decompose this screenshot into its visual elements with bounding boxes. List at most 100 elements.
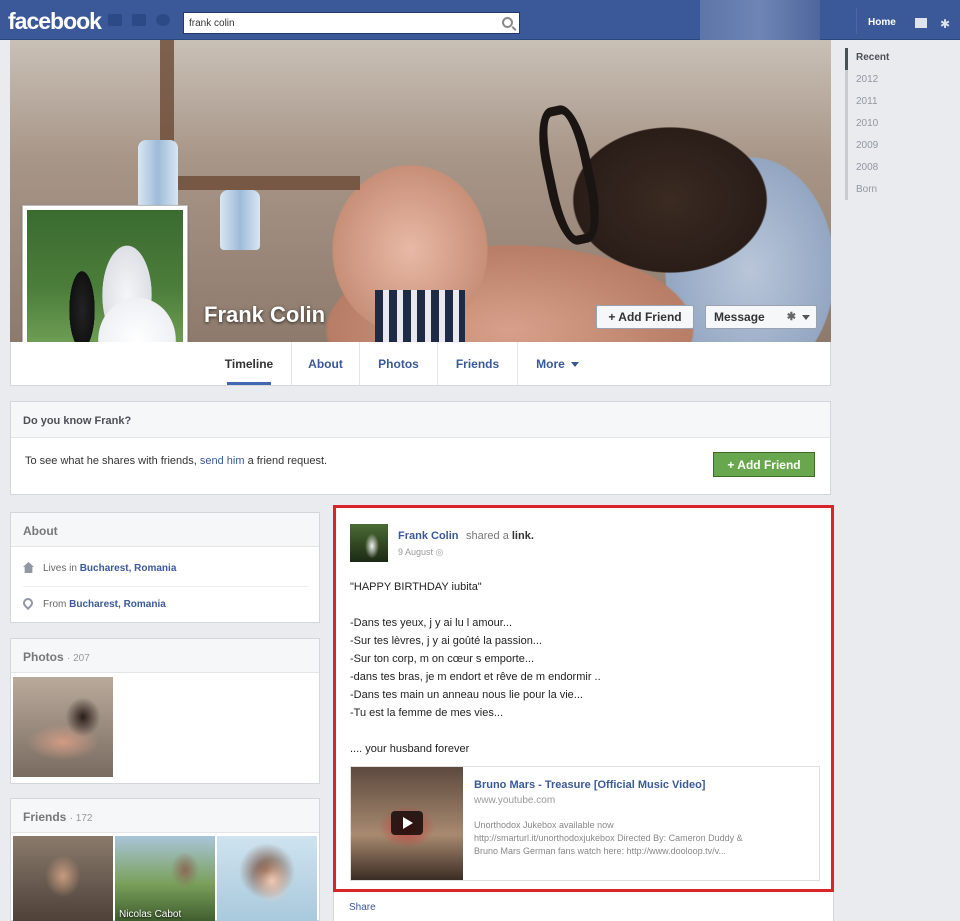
- message-button[interactable]: Message ✱: [705, 305, 817, 329]
- post-body: "HAPPY BIRTHDAY iubita" -Dans tes yeux, …: [350, 578, 820, 758]
- add-friend-label: Add Friend: [618, 310, 682, 324]
- post-line: "HAPPY BIRTHDAY iubita": [350, 581, 482, 593]
- photos-card-header[interactable]: Photos · 207: [11, 639, 319, 673]
- post-line-gap: [350, 596, 820, 614]
- location-pin-icon: [20, 595, 36, 611]
- from-row: From Bucharest, Romania: [20, 587, 309, 623]
- post-line-gap: [350, 722, 820, 740]
- add-friend-icon: +: [608, 310, 616, 324]
- gear-icon[interactable]: ✱: [940, 17, 950, 31]
- search-box[interactable]: [183, 12, 520, 34]
- search-icon[interactable]: [502, 17, 513, 28]
- year-item-2008[interactable]: 2008: [856, 162, 878, 173]
- friends-card-header[interactable]: Friends · 172: [11, 799, 319, 833]
- video-thumbnail[interactable]: [351, 767, 463, 880]
- top-navigation-bar: facebook Home ✱: [0, 0, 960, 40]
- send-request-link[interactable]: send him: [200, 455, 245, 467]
- tab-photos[interactable]: Photos: [359, 342, 437, 385]
- from-prefix: From: [43, 599, 70, 610]
- post-line: -Sur tes lèvres, j y ai goûté la passion…: [350, 635, 542, 647]
- cover-bottle-shape: [138, 140, 178, 210]
- prompt-text-after: a friend request.: [244, 455, 328, 467]
- friends-card-title: Friends: [23, 810, 67, 824]
- play-icon[interactable]: [391, 811, 423, 835]
- year-item-recent[interactable]: Recent: [856, 52, 889, 63]
- post-line: -dans tes bras, je m endort et rêve de m…: [350, 671, 601, 683]
- friend-thumbnail[interactable]: Nicolas Cabot: [115, 836, 215, 921]
- topbar-divider: [856, 8, 857, 34]
- home-link[interactable]: Home: [868, 17, 896, 28]
- year-item-2012[interactable]: 2012: [856, 74, 878, 85]
- post-date[interactable]: 9 August ◎: [398, 547, 443, 558]
- add-friend-green-label: Add Friend: [737, 458, 801, 472]
- message-label: Message: [714, 310, 765, 324]
- chevron-down-icon: [570, 362, 579, 368]
- timeline-years-nav: Recent 2012 2011 2010 2009 2008 Born: [845, 48, 955, 200]
- year-item-2009[interactable]: 2009: [856, 140, 878, 151]
- tab-more[interactable]: More: [517, 342, 597, 385]
- search-input[interactable]: [184, 13, 484, 33]
- profile-tabs: Timeline About Photos Friends More: [10, 342, 831, 386]
- friends-icon[interactable]: [915, 18, 927, 28]
- add-friend-icon: +: [727, 458, 738, 472]
- post-author-link[interactable]: Frank Colin: [398, 530, 459, 542]
- home-icon: [23, 562, 34, 573]
- photos-card-title: Photos: [23, 650, 64, 664]
- post-line: -Sur ton corp, m on cœur s emporte...: [350, 653, 535, 665]
- photo-thumbnail[interactable]: [13, 677, 113, 777]
- years-active-indicator: [845, 48, 848, 70]
- lives-in-link[interactable]: Bucharest, Romania: [80, 563, 177, 574]
- messages-icon[interactable]: [132, 14, 146, 26]
- tab-timeline[interactable]: Timeline: [207, 342, 291, 385]
- friend-thumbnail[interactable]: [13, 836, 113, 921]
- add-friend-button-green[interactable]: + Add Friend: [713, 452, 815, 477]
- year-item-2011[interactable]: 2011: [856, 96, 878, 107]
- tab-friends[interactable]: Friends: [437, 342, 517, 385]
- link-desc-line: Bruno Mars German fans watch here: http:…: [474, 846, 726, 856]
- post-footer-area: [333, 892, 834, 921]
- cover-bottle-shape: [220, 190, 260, 250]
- post-action-object[interactable]: link.: [512, 530, 534, 542]
- friends-count: · 172: [69, 813, 93, 824]
- post-line: -Dans tes main un anneau nous lie pour l…: [350, 689, 583, 701]
- notifications-icon[interactable]: [156, 14, 170, 26]
- prompt-text-before: To see what he shares with friends,: [25, 455, 200, 467]
- profile-picture-image: [27, 210, 183, 363]
- tab-about[interactable]: About: [291, 342, 359, 385]
- lives-in-row: Lives in Bucharest, Romania: [23, 551, 309, 587]
- chevron-down-icon[interactable]: [802, 315, 810, 320]
- prompt-title: Do you know Frank?: [11, 402, 830, 438]
- post-line: .... your husband forever: [350, 743, 470, 755]
- friends-card: Friends · 172 Nicolas Cabot: [10, 798, 320, 921]
- photos-count: · 207: [67, 653, 90, 664]
- highlighted-post: Frank Colin shared a link. 9 August ◎ "H…: [333, 505, 834, 892]
- cover-table-shape: [160, 40, 360, 190]
- gear-icon[interactable]: ✱: [787, 310, 796, 323]
- about-card-title[interactable]: About: [11, 513, 319, 547]
- post-action-prefix: shared a: [466, 530, 512, 542]
- globe-icon: ◎: [435, 547, 444, 557]
- blurred-region: [700, 0, 820, 40]
- friend-request-prompt: Do you know Frank? To see what he shares…: [10, 401, 831, 495]
- link-domain: www.youtube.com: [474, 795, 556, 806]
- year-item-born[interactable]: Born: [856, 184, 877, 195]
- post-author-avatar[interactable]: [350, 524, 388, 562]
- add-friend-button[interactable]: + Add Friend: [596, 305, 694, 329]
- share-link[interactable]: Share: [349, 902, 376, 913]
- post-line: -Dans tes yeux, j y ai lu l amour...: [350, 617, 513, 629]
- link-desc-line: http://smarturl.it/unorthodoxjukebox Dir…: [474, 833, 743, 843]
- friend-thumbnail[interactable]: [217, 836, 317, 921]
- year-item-2010[interactable]: 2010: [856, 118, 878, 129]
- friend-requests-icon[interactable]: [108, 14, 122, 26]
- shared-link-card[interactable]: Bruno Mars - Treasure [Official Music Vi…: [350, 766, 820, 881]
- cover-striped-shirt: [375, 290, 465, 342]
- post-date-text: 9 August: [398, 547, 434, 557]
- facebook-logo[interactable]: facebook: [8, 8, 102, 35]
- photos-card: Photos · 207: [10, 638, 320, 784]
- link-title[interactable]: Bruno Mars - Treasure [Official Music Vi…: [474, 779, 705, 791]
- from-link[interactable]: Bucharest, Romania: [69, 599, 166, 610]
- post-action-text: shared a link.: [466, 530, 534, 542]
- link-desc-line: Unorthodox Jukebox available now: [474, 820, 614, 830]
- prompt-text: To see what he shares with friends, send…: [25, 455, 327, 467]
- lives-in-prefix: Lives in: [43, 563, 80, 574]
